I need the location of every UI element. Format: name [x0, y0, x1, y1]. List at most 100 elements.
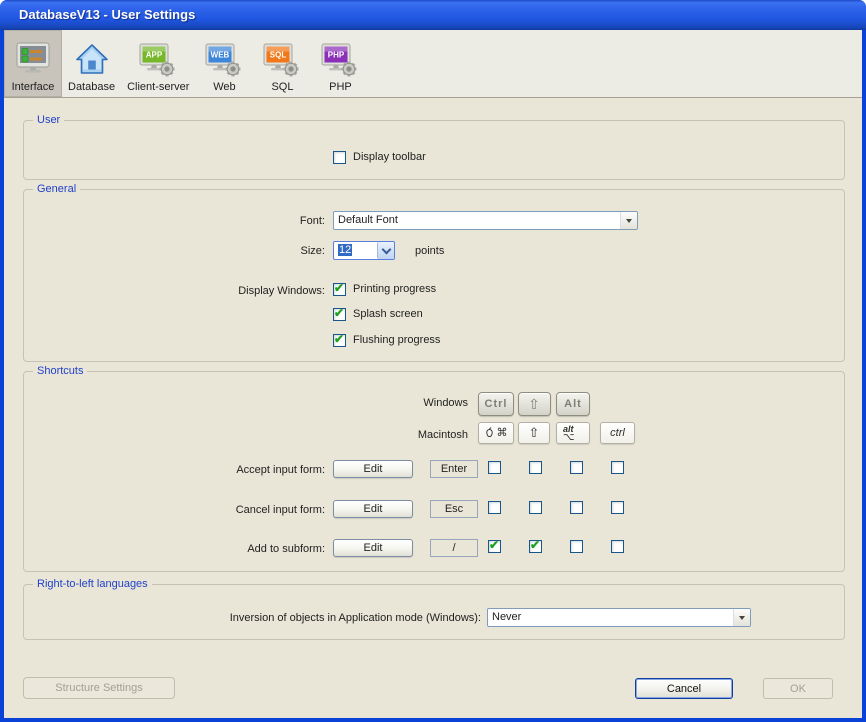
- size-combobox[interactable]: 12: [333, 241, 395, 260]
- structure-settings-button: Structure Settings: [23, 677, 175, 699]
- dialog-body: Interface Database APP: [4, 30, 862, 718]
- svg-text:APP: APP: [146, 51, 163, 60]
- windows-alt-key[interactable]: Alt: [556, 392, 590, 416]
- mac-option-key[interactable]: alt ⌥: [556, 422, 590, 444]
- subform-modifier-checkboxes: [488, 540, 624, 553]
- interface-monitor-icon: [11, 40, 55, 80]
- splash-screen-row: Splash screen: [333, 307, 423, 321]
- cancel-modifier-checkboxes: [488, 501, 624, 514]
- apple-icon: [485, 427, 494, 438]
- cancel-modifier-checkbox-4[interactable]: [611, 501, 624, 514]
- subform-edit-button[interactable]: Edit: [333, 539, 413, 557]
- group-title: Shortcuts: [33, 364, 87, 378]
- inversion-label: Inversion of objects in Application mode…: [124, 611, 481, 625]
- accept-modifier-checkbox-2[interactable]: [529, 461, 542, 474]
- mac-ctrl-key[interactable]: ctrl: [600, 422, 635, 444]
- toolbar-item-label: PHP: [329, 81, 352, 93]
- command-symbol: ⌘: [497, 427, 508, 439]
- display-toolbar-checkbox[interactable]: [333, 151, 346, 164]
- group-title: Right-to-left languages: [33, 577, 152, 591]
- toolbar-item-label: Interface: [12, 81, 55, 93]
- toolbar-item-interface[interactable]: Interface: [4, 30, 62, 97]
- gear-icon: [160, 62, 175, 77]
- svg-text:SQL: SQL: [270, 51, 287, 60]
- accept-key-display: Enter: [430, 460, 478, 478]
- inversion-combobox[interactable]: Never: [487, 608, 751, 627]
- toolbar-item-label: Web: [213, 81, 235, 93]
- font-label: Font:: [225, 214, 325, 228]
- size-label: Size:: [225, 244, 325, 258]
- size-selected-text: 12: [338, 244, 352, 256]
- chevron-down-icon[interactable]: [733, 609, 750, 626]
- window-title: DatabaseV13 - User Settings: [0, 7, 195, 22]
- sql-monitor-gear-icon: SQL: [260, 40, 304, 80]
- gear-icon: [226, 62, 241, 77]
- size-combobox-value: 12: [334, 242, 377, 259]
- toolbar-item-label: Client-server: [127, 81, 189, 93]
- gear-icon: [342, 62, 357, 77]
- web-monitor-gear-icon: WEB: [202, 40, 246, 80]
- dialog-window: DatabaseV13 - User Settings Interface: [0, 0, 866, 722]
- subform-key-display: /: [430, 539, 478, 557]
- accept-edit-button[interactable]: Edit: [333, 460, 413, 478]
- chevron-down-icon[interactable]: [377, 242, 394, 259]
- app-monitor-gear-icon: APP: [136, 40, 180, 80]
- chevron-down-icon[interactable]: [620, 212, 637, 229]
- subform-modifier-checkbox-2[interactable]: [529, 540, 542, 553]
- accept-modifier-checkbox-1[interactable]: [488, 461, 501, 474]
- cancel-key-display: Esc: [430, 500, 478, 518]
- windows-ctrl-key[interactable]: Ctrl: [478, 392, 514, 416]
- windows-shift-key[interactable]: ⇧: [518, 392, 551, 416]
- subform-modifier-checkbox-1[interactable]: [488, 540, 501, 553]
- gear-icon: [284, 62, 299, 77]
- cancel-modifier-checkbox-2[interactable]: [529, 501, 542, 514]
- group-title: User: [33, 113, 64, 127]
- title-bar[interactable]: DatabaseV13 - User Settings: [0, 0, 866, 30]
- splash-screen-label: Splash screen: [353, 308, 423, 320]
- cancel-edit-button[interactable]: Edit: [333, 500, 413, 518]
- cancel-input-form-label: Cancel input form:: [185, 503, 325, 517]
- option-symbol: ⌥: [563, 433, 589, 442]
- cancel-modifier-checkbox-3[interactable]: [570, 501, 583, 514]
- toolbar-item-php[interactable]: PHP PHP: [311, 30, 369, 97]
- mac-command-key[interactable]: ⌘: [478, 422, 514, 444]
- splash-screen-checkbox[interactable]: [333, 308, 346, 321]
- svg-text:PHP: PHP: [328, 51, 345, 60]
- font-combobox-value: Default Font: [334, 212, 620, 229]
- accept-modifier-checkbox-4[interactable]: [611, 461, 624, 474]
- accept-modifier-checkbox-3[interactable]: [570, 461, 583, 474]
- inversion-combobox-value: Never: [488, 609, 733, 626]
- display-toolbar-label: Display toolbar: [353, 151, 426, 163]
- display-windows-label: Display Windows:: [205, 284, 325, 298]
- printing-progress-row: Printing progress: [333, 282, 436, 296]
- cancel-button[interactable]: Cancel: [635, 678, 733, 699]
- php-monitor-gear-icon: PHP: [318, 40, 362, 80]
- accept-modifier-checkboxes: [488, 461, 624, 474]
- mac-shift-key[interactable]: ⇧: [518, 422, 550, 444]
- flushing-progress-label: Flushing progress: [353, 334, 440, 346]
- svg-text:WEB: WEB: [211, 51, 230, 60]
- toolbar-item-sql[interactable]: SQL SQL: [253, 30, 311, 97]
- toolbar-item-client-server[interactable]: APP Client-server: [121, 30, 195, 97]
- macintosh-label: Macintosh: [388, 428, 468, 442]
- points-label: points: [415, 244, 444, 258]
- printing-progress-checkbox[interactable]: [333, 283, 346, 296]
- windows-label: Windows: [388, 396, 468, 410]
- toolbar-item-database[interactable]: Database: [62, 30, 121, 97]
- subform-modifier-checkbox-3[interactable]: [570, 540, 583, 553]
- cancel-modifier-checkbox-1[interactable]: [488, 501, 501, 514]
- toolbar-item-label: Database: [68, 81, 115, 93]
- font-combobox[interactable]: Default Font: [333, 211, 638, 230]
- flushing-progress-row: Flushing progress: [333, 333, 440, 347]
- settings-toolbar: Interface Database APP: [4, 30, 862, 98]
- flushing-progress-checkbox[interactable]: [333, 334, 346, 347]
- group-title: General: [33, 182, 80, 196]
- ok-button: OK: [763, 678, 833, 699]
- home-icon: [70, 40, 114, 80]
- display-toolbar-row: Display toolbar: [333, 150, 426, 164]
- toolbar-item-web[interactable]: WEB Web: [195, 30, 253, 97]
- subform-modifier-checkbox-4[interactable]: [611, 540, 624, 553]
- add-to-subform-label: Add to subform:: [185, 542, 325, 556]
- printing-progress-label: Printing progress: [353, 283, 436, 295]
- group-user: User: [23, 120, 845, 180]
